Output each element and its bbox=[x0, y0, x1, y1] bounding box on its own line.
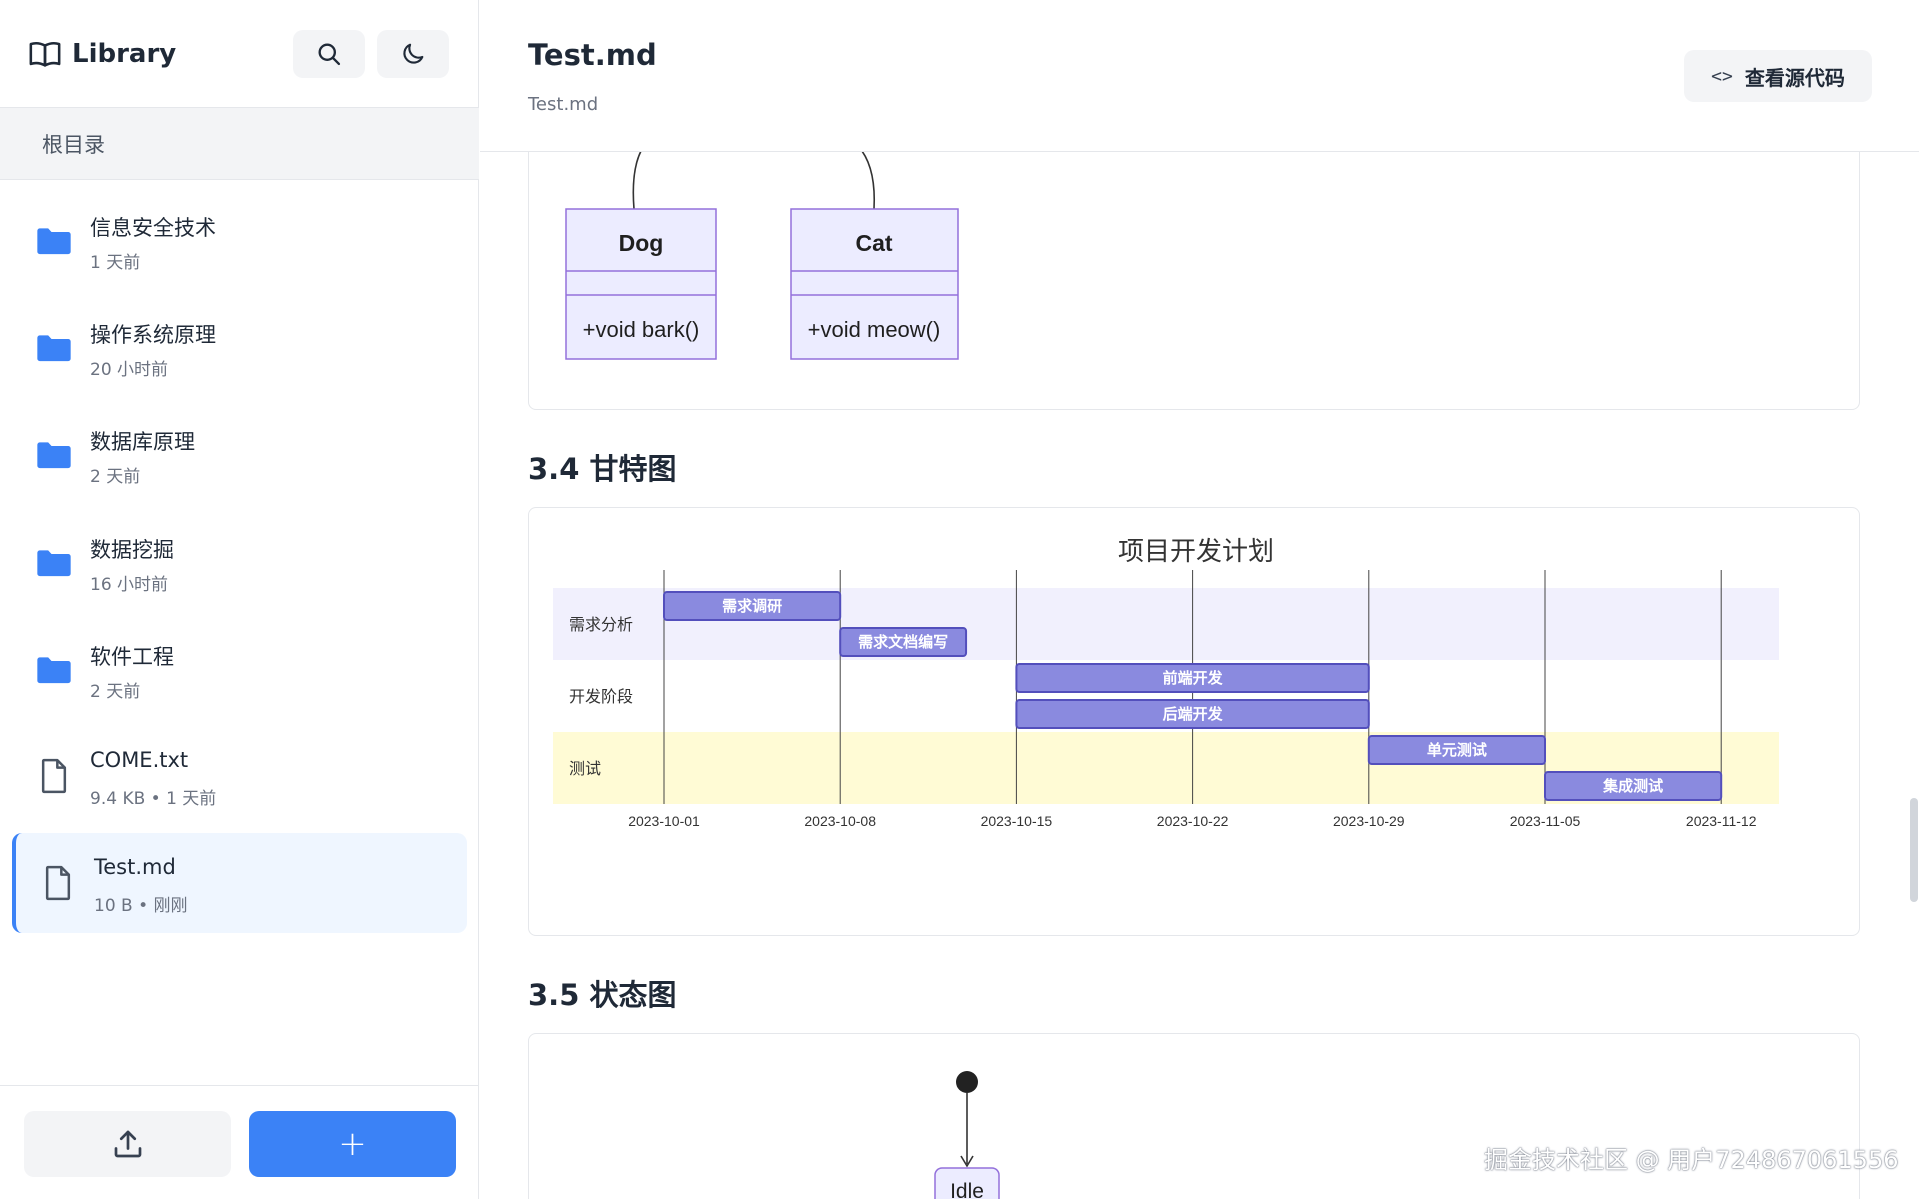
folder-icon bbox=[37, 335, 71, 362]
gantt-tick-label: 2023-11-05 bbox=[1510, 813, 1581, 829]
brand-title: Library bbox=[72, 39, 177, 69]
gantt-tick-label: 2023-10-01 bbox=[628, 813, 700, 829]
item-name: 数据库原理 bbox=[90, 430, 195, 454]
section-heading-state: 3.5 状态图 bbox=[528, 978, 677, 1012]
gantt-tick-label: 2023-10-22 bbox=[1157, 813, 1229, 829]
document-header: Test.md Test.md <> 查看源代码 bbox=[480, 0, 1919, 152]
gantt-tick-label: 2023-11-12 bbox=[1686, 813, 1757, 829]
gantt-task-label: 需求调研 bbox=[722, 597, 782, 615]
item-meta: 20 小时前 bbox=[90, 360, 169, 380]
class-name: Cat bbox=[855, 230, 892, 256]
item-name: COME.txt bbox=[90, 748, 189, 772]
gantt-tick-label: 2023-10-15 bbox=[981, 813, 1053, 829]
folder-icon bbox=[37, 442, 71, 469]
class-cat: Cat +void meow() bbox=[790, 208, 959, 360]
file-item[interactable]: COME.txt 9.4 KB • 1 天前 bbox=[12, 726, 467, 826]
gantt-task-label: 后端开发 bbox=[1163, 705, 1224, 723]
item-meta: 16 小时前 bbox=[90, 575, 169, 595]
folder-icon bbox=[37, 228, 71, 255]
sidebar: Library 根目录 信息安全技术 1 天前 操作系统原理 20 小时前 数据… bbox=[0, 0, 479, 1199]
watermark: 掘金技术社区 @ 用户724867061556 bbox=[1484, 1146, 1899, 1174]
document-path: Test.md bbox=[528, 94, 599, 115]
file-icon bbox=[45, 865, 71, 901]
search-button[interactable] bbox=[293, 30, 365, 78]
class-method: +void bark() bbox=[583, 317, 700, 342]
sidebar-footer: + bbox=[0, 1085, 479, 1199]
gantt-task-label: 需求文档编写 bbox=[858, 633, 948, 651]
inheritance-edge bbox=[632, 150, 642, 210]
gantt-tick-label: 2023-10-29 bbox=[1333, 813, 1405, 829]
brand: Library bbox=[28, 36, 176, 72]
gantt-card: 需求调研需求文档编写前端开发后端开发单元测试集成测试 需求分析开发阶段测试 20… bbox=[528, 507, 1860, 936]
item-name: 软件工程 bbox=[90, 645, 174, 669]
gantt-section-label: 需求分析 bbox=[569, 616, 633, 634]
section-heading-gantt: 3.4 甘特图 bbox=[528, 452, 677, 486]
view-source-button[interactable]: <> 查看源代码 bbox=[1684, 50, 1872, 102]
folder-item[interactable]: 操作系统原理 20 小时前 bbox=[12, 297, 467, 397]
item-name: 信息安全技术 bbox=[90, 216, 216, 240]
gantt-chart: 需求调研需求文档编写前端开发后端开发单元测试集成测试 需求分析开发阶段测试 20… bbox=[553, 536, 1779, 829]
class-method: +void meow() bbox=[808, 317, 941, 342]
document-title: Test.md bbox=[528, 38, 657, 72]
class-diagram-card: Dog +void bark() Cat +void meow() bbox=[528, 110, 1860, 410]
folder-item[interactable]: 信息安全技术 1 天前 bbox=[12, 190, 467, 290]
gantt-section-label: 测试 bbox=[569, 760, 601, 778]
book-icon bbox=[29, 41, 61, 67]
gantt-task-label: 前端开发 bbox=[1163, 669, 1224, 687]
folder-icon bbox=[37, 550, 71, 577]
gantt-section-label: 开发阶段 bbox=[569, 688, 633, 706]
class-name: Dog bbox=[619, 230, 664, 256]
sidebar-header: Library bbox=[0, 0, 479, 108]
upload-icon bbox=[114, 1130, 141, 1158]
code-icon: <> bbox=[1711, 65, 1733, 87]
search-icon bbox=[318, 43, 341, 66]
gantt-task-label: 单元测试 bbox=[1427, 741, 1487, 759]
breadcrumb[interactable]: 根目录 bbox=[0, 108, 479, 180]
item-name: 操作系统原理 bbox=[90, 323, 216, 347]
folder-item[interactable]: 数据挖掘 16 小时前 bbox=[12, 512, 467, 612]
view-source-label: 查看源代码 bbox=[1744, 65, 1845, 90]
moon-icon bbox=[403, 43, 424, 64]
folder-item[interactable]: 数据库原理 2 天前 bbox=[12, 404, 467, 504]
item-meta: 2 天前 bbox=[90, 682, 141, 702]
document-view: Test.md Test.md <> 查看源代码 Dog +void bark(… bbox=[480, 0, 1919, 1199]
file-icon bbox=[41, 758, 67, 794]
chart-title: 项目开发计划 bbox=[1118, 536, 1274, 566]
folder-item[interactable]: 软件工程 2 天前 bbox=[12, 619, 467, 719]
item-meta: 10 B • 刚刚 bbox=[94, 896, 188, 916]
file-item-active[interactable]: Test.md 10 B • 刚刚 bbox=[12, 833, 467, 933]
state-label: Idle bbox=[950, 1180, 984, 1199]
theme-toggle-button[interactable] bbox=[377, 30, 449, 78]
start-state bbox=[956, 1071, 978, 1093]
item-name: Test.md bbox=[94, 855, 176, 879]
gantt-task-label: 集成测试 bbox=[1602, 777, 1663, 795]
upload-button[interactable] bbox=[24, 1111, 231, 1177]
scrollbar-thumb[interactable] bbox=[1910, 798, 1918, 902]
class-diagram: Dog +void bark() Cat +void meow() bbox=[565, 150, 959, 360]
folder-icon bbox=[37, 657, 71, 684]
item-meta: 2 天前 bbox=[90, 467, 141, 487]
item-meta: 1 天前 bbox=[90, 253, 141, 273]
inheritance-edge bbox=[861, 150, 876, 210]
item-name: 数据挖掘 bbox=[90, 538, 174, 562]
class-dog: Dog +void bark() bbox=[565, 208, 717, 360]
add-button[interactable]: + bbox=[249, 1111, 456, 1177]
item-meta: 9.4 KB • 1 天前 bbox=[90, 789, 217, 809]
gantt-tick-label: 2023-10-08 bbox=[804, 813, 876, 829]
